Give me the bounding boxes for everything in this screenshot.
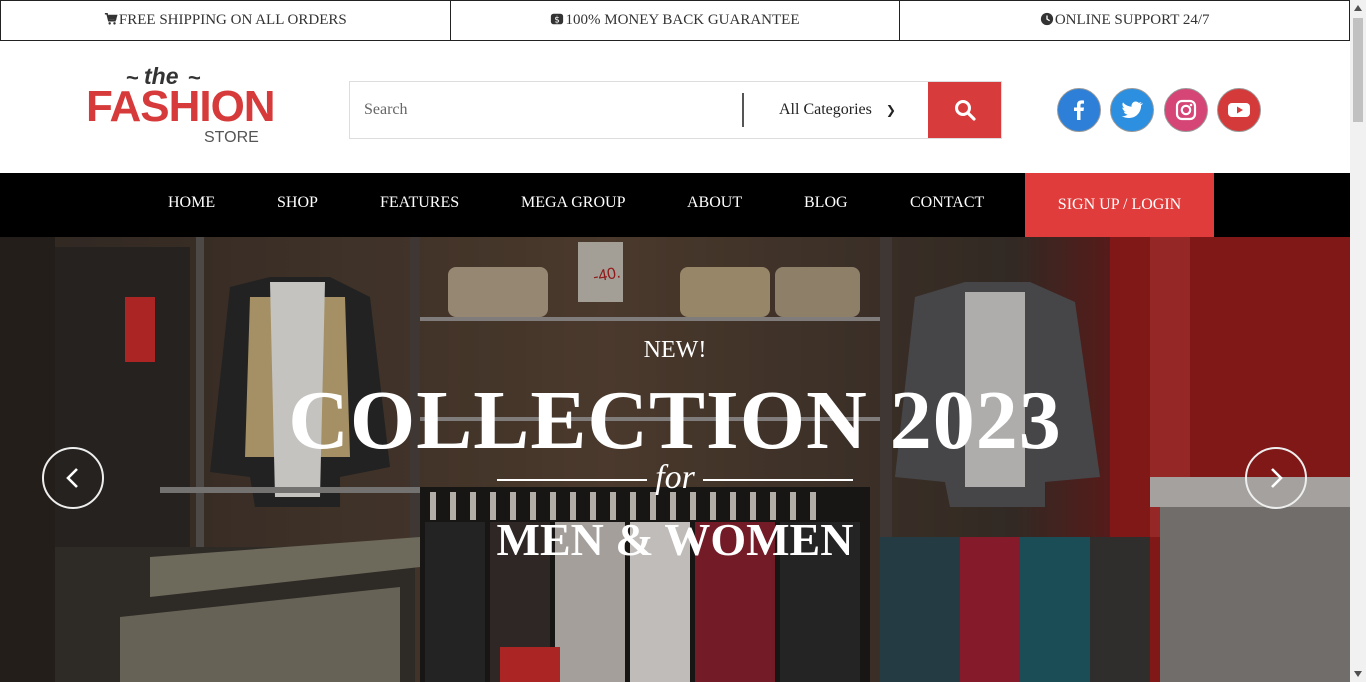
money-back-icon: $: [551, 13, 564, 25]
page: FREE SHIPPING ON ALL ORDERS $ 100% MONEY…: [0, 0, 1366, 682]
instagram-icon: [1175, 99, 1197, 121]
search-bar: Search All Categories ❯: [349, 81, 1002, 139]
hero-subline: MEN & WOMEN: [496, 514, 854, 565]
twitter-link[interactable]: [1110, 88, 1154, 132]
signup-login-button[interactable]: SIGN UP / LOGIN: [1025, 173, 1214, 237]
scroll-down-arrow[interactable]: [1350, 666, 1366, 682]
store-logo[interactable]: ~ the ~ FASHION STORE: [86, 63, 276, 153]
nav-home[interactable]: HOME: [168, 173, 215, 233]
info-bar: FREE SHIPPING ON ALL ORDERS $ 100% MONEY…: [0, 0, 1350, 41]
nav-blog[interactable]: BLOG: [804, 173, 848, 233]
logo-fashion: FASHION: [86, 82, 276, 131]
page-scrollbar[interactable]: [1350, 0, 1366, 682]
slider-next-button[interactable]: [1245, 447, 1307, 509]
nav-shop[interactable]: SHOP: [277, 173, 318, 233]
scrollbar-thumb[interactable]: [1353, 18, 1363, 122]
divider-line-right: [703, 479, 853, 481]
scroll-up-arrow[interactable]: [1350, 0, 1366, 16]
chevron-right-icon: [1271, 468, 1283, 488]
info-shipping-text: FREE SHIPPING ON ALL ORDERS: [118, 12, 347, 28]
header: ~ the ~ FASHION STORE Search All Categor…: [0, 41, 1350, 173]
hero-for-divider: for: [497, 459, 853, 496]
main-nav: HOME SHOP FEATURES MEGA GROUP ABOUT BLOG…: [0, 173, 1350, 237]
logo-store: STORE: [204, 129, 259, 146]
slider-prev-button[interactable]: [42, 447, 104, 509]
facebook-icon: [1074, 100, 1084, 120]
nav-contact[interactable]: CONTACT: [910, 173, 984, 233]
info-support: ONLINE SUPPORT 24/7: [900, 1, 1349, 40]
hero-kicker: NEW!: [643, 337, 707, 363]
category-select-value: All Categories: [779, 101, 872, 118]
svg-text:$: $: [555, 15, 561, 25]
nav-about[interactable]: ABOUT: [687, 173, 742, 233]
instagram-link[interactable]: [1164, 88, 1208, 132]
hero-slider: -40. NEW! COLLECTION 2023 for MEN & WOME…: [0, 237, 1350, 682]
facebook-link[interactable]: [1057, 88, 1101, 132]
info-shipping: FREE SHIPPING ON ALL ORDERS: [1, 1, 451, 40]
chevron-down-icon: ❯: [885, 103, 896, 117]
chevron-left-icon: [66, 468, 78, 488]
cart-icon: [104, 12, 118, 25]
triangle-up-icon: [1354, 5, 1362, 11]
nav-features[interactable]: FEATURES: [380, 173, 459, 233]
search-button[interactable]: [928, 82, 1001, 138]
hero-headline: COLLECTION 2023: [288, 374, 1062, 467]
clock-icon: [1040, 12, 1053, 25]
search-icon: [954, 100, 976, 121]
info-guarantee-text: 100% MONEY BACK GUARANTEE: [565, 12, 800, 28]
triangle-down-icon: [1354, 671, 1362, 677]
category-select[interactable]: All Categories ❯: [744, 82, 928, 138]
youtube-icon: [1228, 103, 1250, 117]
nav-mega-group[interactable]: MEGA GROUP: [521, 173, 625, 233]
twitter-icon: [1121, 101, 1144, 118]
youtube-link[interactable]: [1217, 88, 1261, 132]
hero-connector: for: [655, 459, 695, 496]
info-support-text: ONLINE SUPPORT 24/7: [1054, 12, 1210, 28]
search-input[interactable]: Search: [350, 93, 744, 127]
info-guarantee: $ 100% MONEY BACK GUARANTEE: [451, 1, 901, 40]
